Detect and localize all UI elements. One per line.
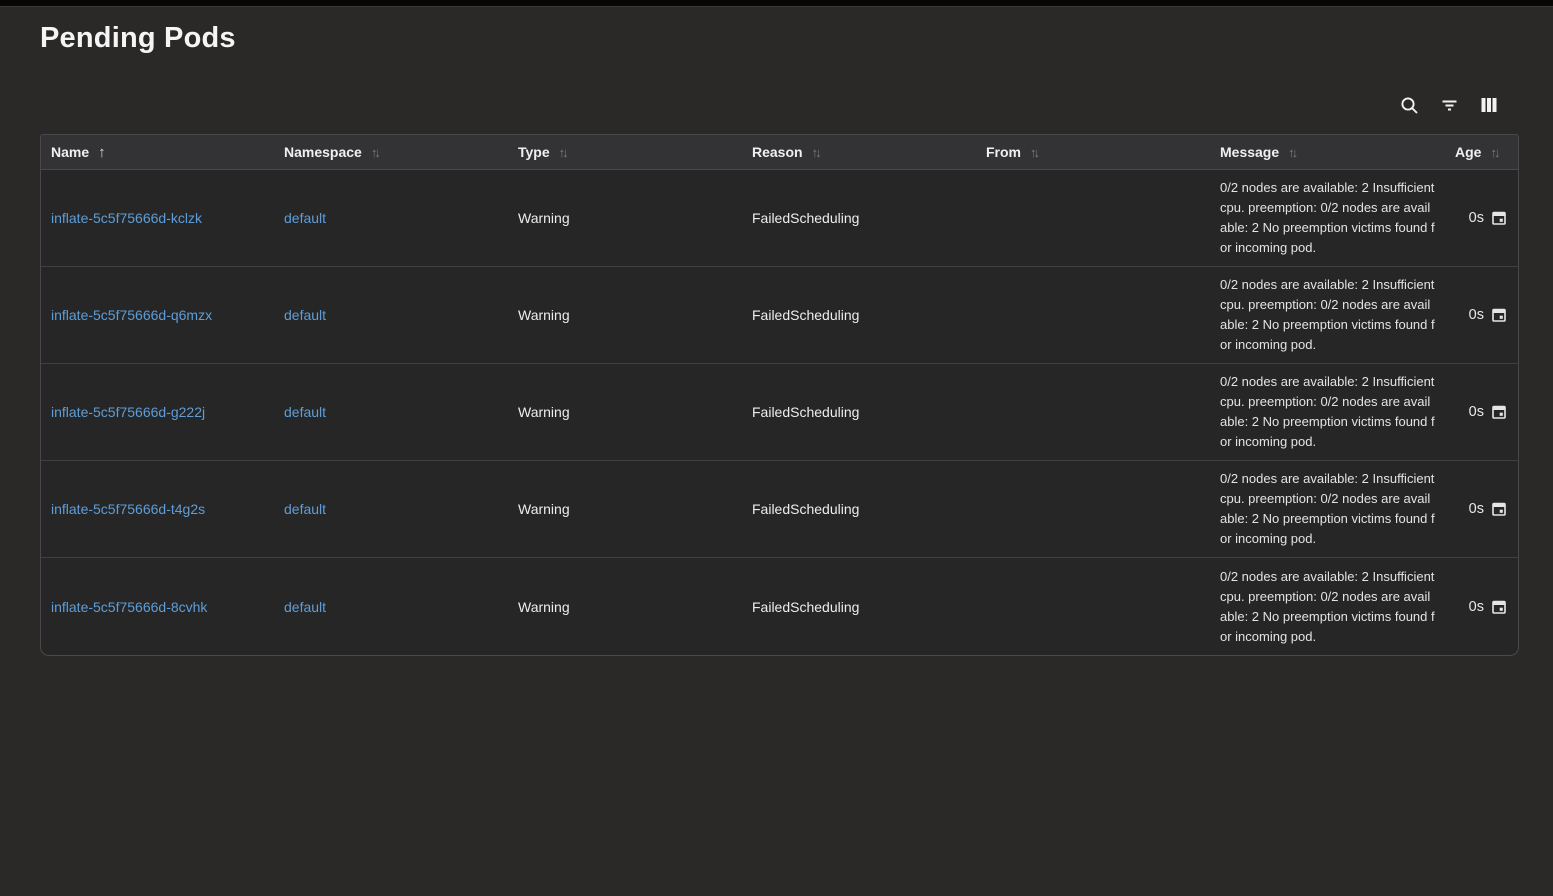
namespace-cell: default — [274, 307, 508, 323]
table-row: inflate-5c5f75666d-8cvhk default Warning… — [41, 558, 1518, 655]
age-value: 0s — [1469, 210, 1484, 226]
age-cell: 0s — [1445, 599, 1518, 615]
columns-icon — [1479, 95, 1499, 115]
message-cell: 0/2 nodes are available: 2 Insufficient … — [1210, 275, 1445, 355]
search-button[interactable] — [1397, 93, 1421, 117]
namespace-link[interactable]: default — [284, 599, 326, 615]
sort-ascending-icon: ↑ — [98, 145, 106, 160]
calendar-icon — [1491, 210, 1507, 226]
column-header-type[interactable]: Type ↑↓ — [508, 144, 742, 160]
sort-icon: ↑↓ — [371, 146, 381, 159]
table-toolbar — [1397, 93, 1501, 117]
column-header-from[interactable]: From ↑↓ — [976, 144, 1210, 160]
columns-button[interactable] — [1477, 93, 1501, 117]
column-header-reason[interactable]: Reason ↑↓ — [742, 144, 976, 160]
column-header-namespace[interactable]: Namespace ↑↓ — [274, 144, 508, 160]
namespace-cell: default — [274, 599, 508, 615]
namespace-link[interactable]: default — [284, 307, 326, 323]
namespace-link[interactable]: default — [284, 501, 326, 517]
message-cell: 0/2 nodes are available: 2 Insufficient … — [1210, 469, 1445, 549]
reason-cell: FailedScheduling — [742, 599, 976, 615]
search-icon — [1399, 95, 1420, 116]
message-cell: 0/2 nodes are available: 2 Insufficient … — [1210, 178, 1445, 258]
namespace-cell: default — [274, 501, 508, 517]
filter-icon — [1439, 95, 1460, 116]
type-cell: Warning — [508, 210, 742, 226]
column-header-age[interactable]: Age ↑↓ — [1445, 144, 1518, 160]
type-cell: Warning — [508, 404, 742, 420]
pod-name-link[interactable]: inflate-5c5f75666d-kclzk — [51, 210, 202, 226]
sort-icon: ↑↓ — [1030, 146, 1040, 159]
namespace-cell: default — [274, 210, 508, 226]
age-value: 0s — [1469, 404, 1484, 420]
name-cell: inflate-5c5f75666d-kclzk — [41, 210, 274, 226]
reason-cell: FailedScheduling — [742, 210, 976, 226]
name-cell: inflate-5c5f75666d-t4g2s — [41, 501, 274, 517]
column-header-message[interactable]: Message ↑↓ — [1210, 144, 1445, 160]
calendar-icon — [1491, 307, 1507, 323]
app-window: Pending Pods Name — [0, 0, 1553, 896]
sort-icon: ↑↓ — [812, 146, 822, 159]
message-cell: 0/2 nodes are available: 2 Insufficient … — [1210, 567, 1445, 647]
calendar-icon — [1491, 501, 1507, 517]
table-row: inflate-5c5f75666d-kclzk default Warning… — [41, 170, 1518, 267]
table-row: inflate-5c5f75666d-g222j default Warning… — [41, 364, 1518, 461]
table-header-row: Name ↑ Namespace ↑↓ Type ↑↓ Reason ↑↓ Fr… — [41, 135, 1518, 170]
namespace-link[interactable]: default — [284, 404, 326, 420]
age-cell: 0s — [1445, 210, 1518, 226]
top-divider — [0, 0, 1553, 7]
sort-icon: ↑↓ — [559, 146, 569, 159]
calendar-icon — [1491, 404, 1507, 420]
reason-cell: FailedScheduling — [742, 307, 976, 323]
column-header-name[interactable]: Name ↑ — [41, 144, 274, 160]
name-cell: inflate-5c5f75666d-g222j — [41, 404, 274, 420]
name-cell: inflate-5c5f75666d-8cvhk — [41, 599, 274, 615]
table-row: inflate-5c5f75666d-q6mzx default Warning… — [41, 267, 1518, 364]
age-value: 0s — [1469, 307, 1484, 323]
type-cell: Warning — [508, 307, 742, 323]
message-cell: 0/2 nodes are available: 2 Insufficient … — [1210, 372, 1445, 452]
page-title: Pending Pods — [40, 22, 236, 55]
type-cell: Warning — [508, 501, 742, 517]
filter-button[interactable] — [1437, 93, 1461, 117]
pod-name-link[interactable]: inflate-5c5f75666d-g222j — [51, 404, 205, 420]
age-cell: 0s — [1445, 404, 1518, 420]
reason-cell: FailedScheduling — [742, 404, 976, 420]
pod-name-link[interactable]: inflate-5c5f75666d-t4g2s — [51, 501, 205, 517]
age-cell: 0s — [1445, 501, 1518, 517]
type-cell: Warning — [508, 599, 742, 615]
age-value: 0s — [1469, 501, 1484, 517]
pod-name-link[interactable]: inflate-5c5f75666d-8cvhk — [51, 599, 207, 615]
reason-cell: FailedScheduling — [742, 501, 976, 517]
sort-icon: ↑↓ — [1490, 146, 1500, 159]
namespace-cell: default — [274, 404, 508, 420]
table-row: inflate-5c5f75666d-t4g2s default Warning… — [41, 461, 1518, 558]
age-value: 0s — [1469, 599, 1484, 615]
namespace-link[interactable]: default — [284, 210, 326, 226]
age-cell: 0s — [1445, 307, 1518, 323]
calendar-icon — [1491, 599, 1507, 615]
name-cell: inflate-5c5f75666d-q6mzx — [41, 307, 274, 323]
pending-pods-table: Name ↑ Namespace ↑↓ Type ↑↓ Reason ↑↓ Fr… — [40, 134, 1519, 656]
sort-icon: ↑↓ — [1288, 146, 1298, 159]
pod-name-link[interactable]: inflate-5c5f75666d-q6mzx — [51, 307, 212, 323]
